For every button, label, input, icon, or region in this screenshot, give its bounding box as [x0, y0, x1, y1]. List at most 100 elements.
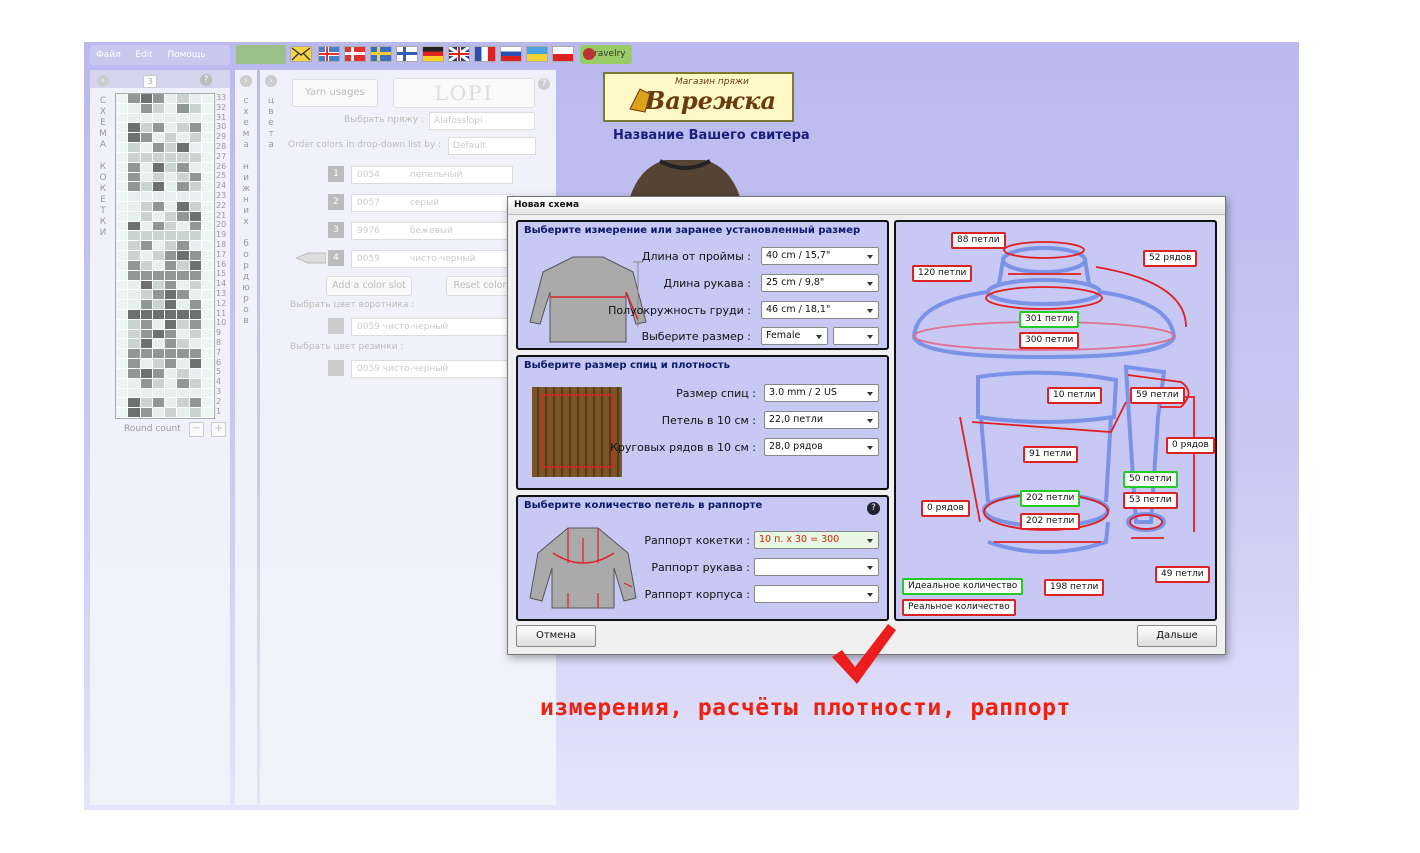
size-variant-select[interactable] [833, 327, 879, 345]
chart-cell[interactable] [128, 94, 141, 104]
chart-cell[interactable] [140, 388, 153, 399]
chart-cell[interactable] [152, 133, 165, 144]
chart-cell[interactable] [152, 398, 165, 409]
chart-cell[interactable] [152, 339, 165, 350]
chart-cell[interactable] [201, 359, 214, 369]
chart-cell[interactable] [116, 388, 129, 399]
chart-cell[interactable] [201, 329, 214, 340]
chart-cell[interactable] [152, 211, 165, 222]
chart-cell[interactable] [189, 123, 202, 134]
chart-cell[interactable] [116, 221, 129, 232]
chart-cell[interactable] [152, 270, 165, 281]
chart-cell[interactable] [177, 211, 190, 222]
chart-cell[interactable] [152, 192, 165, 202]
chart-cell[interactable] [201, 270, 214, 281]
flag-denmark-icon[interactable] [344, 46, 366, 62]
chart-cell[interactable] [140, 182, 153, 193]
chart-cell[interactable] [201, 300, 214, 310]
chart-cell[interactable] [165, 280, 178, 291]
chart-cell[interactable] [177, 290, 190, 301]
chart-cell[interactable] [177, 182, 190, 193]
chart-cell[interactable] [116, 231, 129, 242]
help-icon[interactable]: ? [867, 502, 880, 515]
chart-cell[interactable] [140, 270, 153, 281]
chart-cell[interactable] [140, 310, 153, 320]
chart-cell[interactable] [165, 202, 178, 212]
chart-cell[interactable] [177, 123, 190, 134]
chart-cell[interactable] [177, 192, 190, 202]
chart-cell[interactable] [140, 123, 153, 134]
chart-cell[interactable] [165, 349, 178, 360]
chart-cell[interactable] [177, 408, 190, 418]
chart-cell[interactable] [201, 241, 214, 252]
chart-cell[interactable] [201, 143, 214, 153]
chart-cell[interactable] [140, 241, 153, 252]
chart-cell[interactable] [165, 162, 178, 173]
chart-cell[interactable] [177, 398, 190, 409]
chart-cell[interactable] [165, 133, 178, 144]
flag-france-icon[interactable] [474, 46, 496, 62]
chart-cell[interactable] [140, 329, 153, 340]
chart-cell[interactable] [128, 378, 141, 389]
length-select[interactable]: 40 cm / 15,7" [761, 247, 879, 265]
flag-germany-icon[interactable] [422, 46, 444, 62]
chart-cell[interactable] [189, 133, 202, 144]
chart-cell[interactable] [189, 182, 202, 193]
color-slot-number[interactable]: 4 [328, 250, 344, 266]
chart-cell[interactable] [128, 300, 141, 310]
chart-cell[interactable] [189, 408, 202, 418]
chart-cell[interactable] [189, 113, 202, 124]
undo-redo-button[interactable] [236, 45, 286, 64]
chart-cell[interactable] [201, 388, 214, 399]
chart-cell[interactable] [116, 241, 129, 252]
chart-cell[interactable] [201, 398, 214, 409]
chart-cell[interactable] [177, 202, 190, 212]
help-icon[interactable]: ? [200, 74, 212, 86]
chart-cell[interactable] [128, 270, 141, 281]
chart-cell[interactable] [152, 182, 165, 193]
chart-cell[interactable] [116, 172, 129, 183]
chart-cell[interactable] [140, 378, 153, 389]
chart-cell[interactable] [116, 290, 129, 301]
chart-cell[interactable] [140, 398, 153, 409]
sleeve-repeat-select[interactable] [754, 558, 879, 576]
chart-cell[interactable] [177, 359, 190, 369]
chart-cell[interactable] [152, 359, 165, 369]
choose-yarn-select[interactable]: Álafosslopi [429, 112, 535, 130]
cancel-button[interactable]: Отмена [516, 625, 596, 647]
chart-cell[interactable] [116, 251, 129, 261]
yarn-usages-button[interactable]: Yarn usages [292, 79, 378, 107]
chart-cell[interactable] [128, 192, 141, 202]
chart-cell[interactable] [177, 221, 190, 232]
chart-cell[interactable] [152, 319, 165, 330]
chart-cell[interactable] [152, 310, 165, 320]
chart-cell[interactable] [128, 398, 141, 409]
chart-cell[interactable] [177, 251, 190, 261]
chart-cell[interactable] [152, 231, 165, 242]
chart-cell[interactable] [189, 329, 202, 340]
chart-cell[interactable] [128, 408, 141, 418]
chart-cell[interactable] [165, 211, 178, 222]
chart-cell[interactable] [128, 290, 141, 301]
chart-cell[interactable] [201, 182, 214, 193]
chart-cell[interactable] [140, 172, 153, 183]
chart-cell[interactable] [116, 260, 129, 271]
chart-cell[interactable] [177, 152, 190, 163]
chart-cell[interactable] [189, 241, 202, 252]
chart-cell[interactable] [140, 319, 153, 330]
chart-cell[interactable] [152, 143, 165, 153]
chart-cell[interactable] [128, 388, 141, 399]
chart-cell[interactable] [201, 408, 214, 418]
chart-cell[interactable] [189, 94, 202, 104]
chart-cell[interactable] [140, 290, 153, 301]
ravelry-button[interactable]: ravelry [580, 45, 632, 64]
chart-cell[interactable] [189, 251, 202, 261]
rib-color-select[interactable]: 0059 чисто-черный [351, 360, 518, 378]
chart-cell[interactable] [165, 388, 178, 399]
chart-cell[interactable] [152, 241, 165, 252]
flag-ukraine-icon[interactable] [526, 46, 548, 62]
chart-cell[interactable] [116, 368, 129, 379]
chart-cell[interactable] [128, 202, 141, 212]
chart-cell[interactable] [116, 94, 129, 104]
chart-cell[interactable] [128, 221, 141, 232]
